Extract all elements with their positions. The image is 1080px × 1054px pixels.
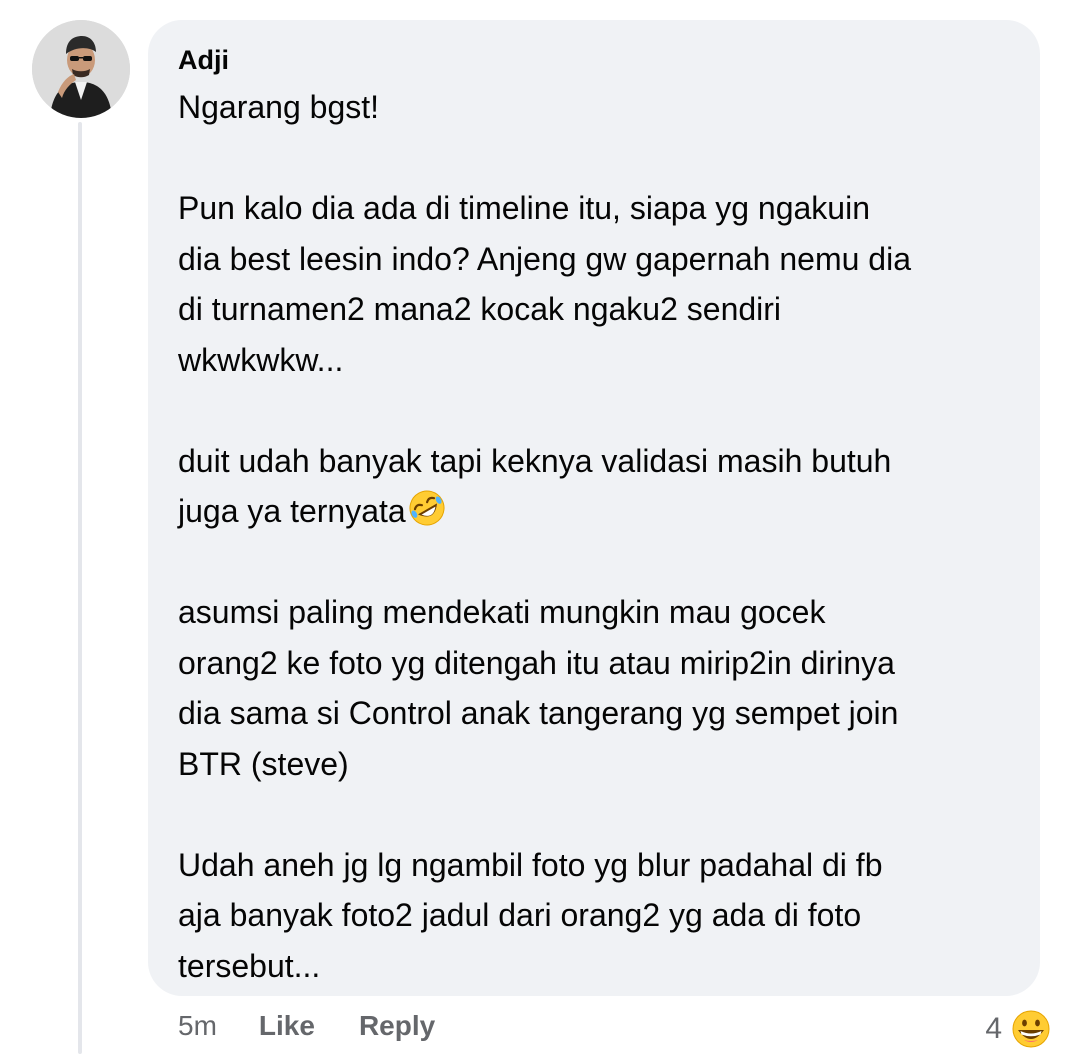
like-button[interactable]: Like [259, 1010, 315, 1042]
reaction-summary[interactable]: 4 [985, 1006, 1054, 1052]
comment-bubble: Adji Ngarang bgst! Pun kalo dia ada di t… [148, 20, 1040, 996]
comment-line: Ngarang bgst! [178, 89, 380, 125]
comment-line: aja banyak foto2 jadul dari orang2 yg ad… [178, 897, 862, 933]
comment-line: dia best leesin indo? Anjeng gw gapernah… [178, 240, 911, 277]
comment-body: Ngarang bgst! Pun kalo dia ada di timeli… [178, 82, 1016, 991]
thread-line [78, 122, 82, 1054]
grinning-face-emoji-icon [1010, 1008, 1052, 1050]
comment-line: di turnamen2 mana2 kocak ngaku2 sendiri [178, 291, 782, 327]
comment-line: BTR (steve) [178, 745, 349, 782]
comment-paragraph: Ngarang bgst! [178, 82, 1016, 133]
avatar-photo [32, 20, 130, 118]
comment-timestamp[interactable]: 5m [178, 1010, 217, 1042]
reaction-count: 4 [985, 1012, 1002, 1045]
comment-paragraph: asumsi paling mendekati mungkin mau goce… [178, 587, 1016, 789]
comment-line: juga ya ternyata [178, 493, 406, 529]
comment-line: Udah aneh jg lg ngambil foto yg blur pad… [178, 846, 883, 883]
comment-line: Pun kalo dia ada di timeline itu, siapa … [178, 190, 870, 226]
comment-line: asumsi paling mendekati mungkin mau goce… [178, 594, 826, 630]
avatar[interactable] [32, 20, 130, 118]
reply-button[interactable]: Reply [359, 1010, 435, 1042]
comment-paragraph: duit udah banyak tapi keknya validasi ma… [178, 436, 1016, 537]
comment-line: tersebut... [178, 947, 321, 984]
comment-actions: 5m Like Reply [178, 1010, 479, 1042]
comment-author[interactable]: Adji [178, 42, 1016, 78]
comment-paragraph: Udah aneh jg lg ngambil foto yg blur pad… [178, 840, 1016, 992]
comment-paragraph: Pun kalo dia ada di timeline itu, siapa … [178, 183, 1016, 385]
comment-line: orang2 ke foto yg ditengah itu atau miri… [178, 644, 895, 681]
comment-line: dia sama si Control anak tangerang yg se… [178, 695, 899, 731]
rolling-on-floor-laughing-emoji-icon [409, 490, 445, 526]
comment-line: duit udah banyak tapi keknya validasi ma… [178, 442, 892, 479]
comment-line: wkwkwkw... [178, 341, 344, 378]
